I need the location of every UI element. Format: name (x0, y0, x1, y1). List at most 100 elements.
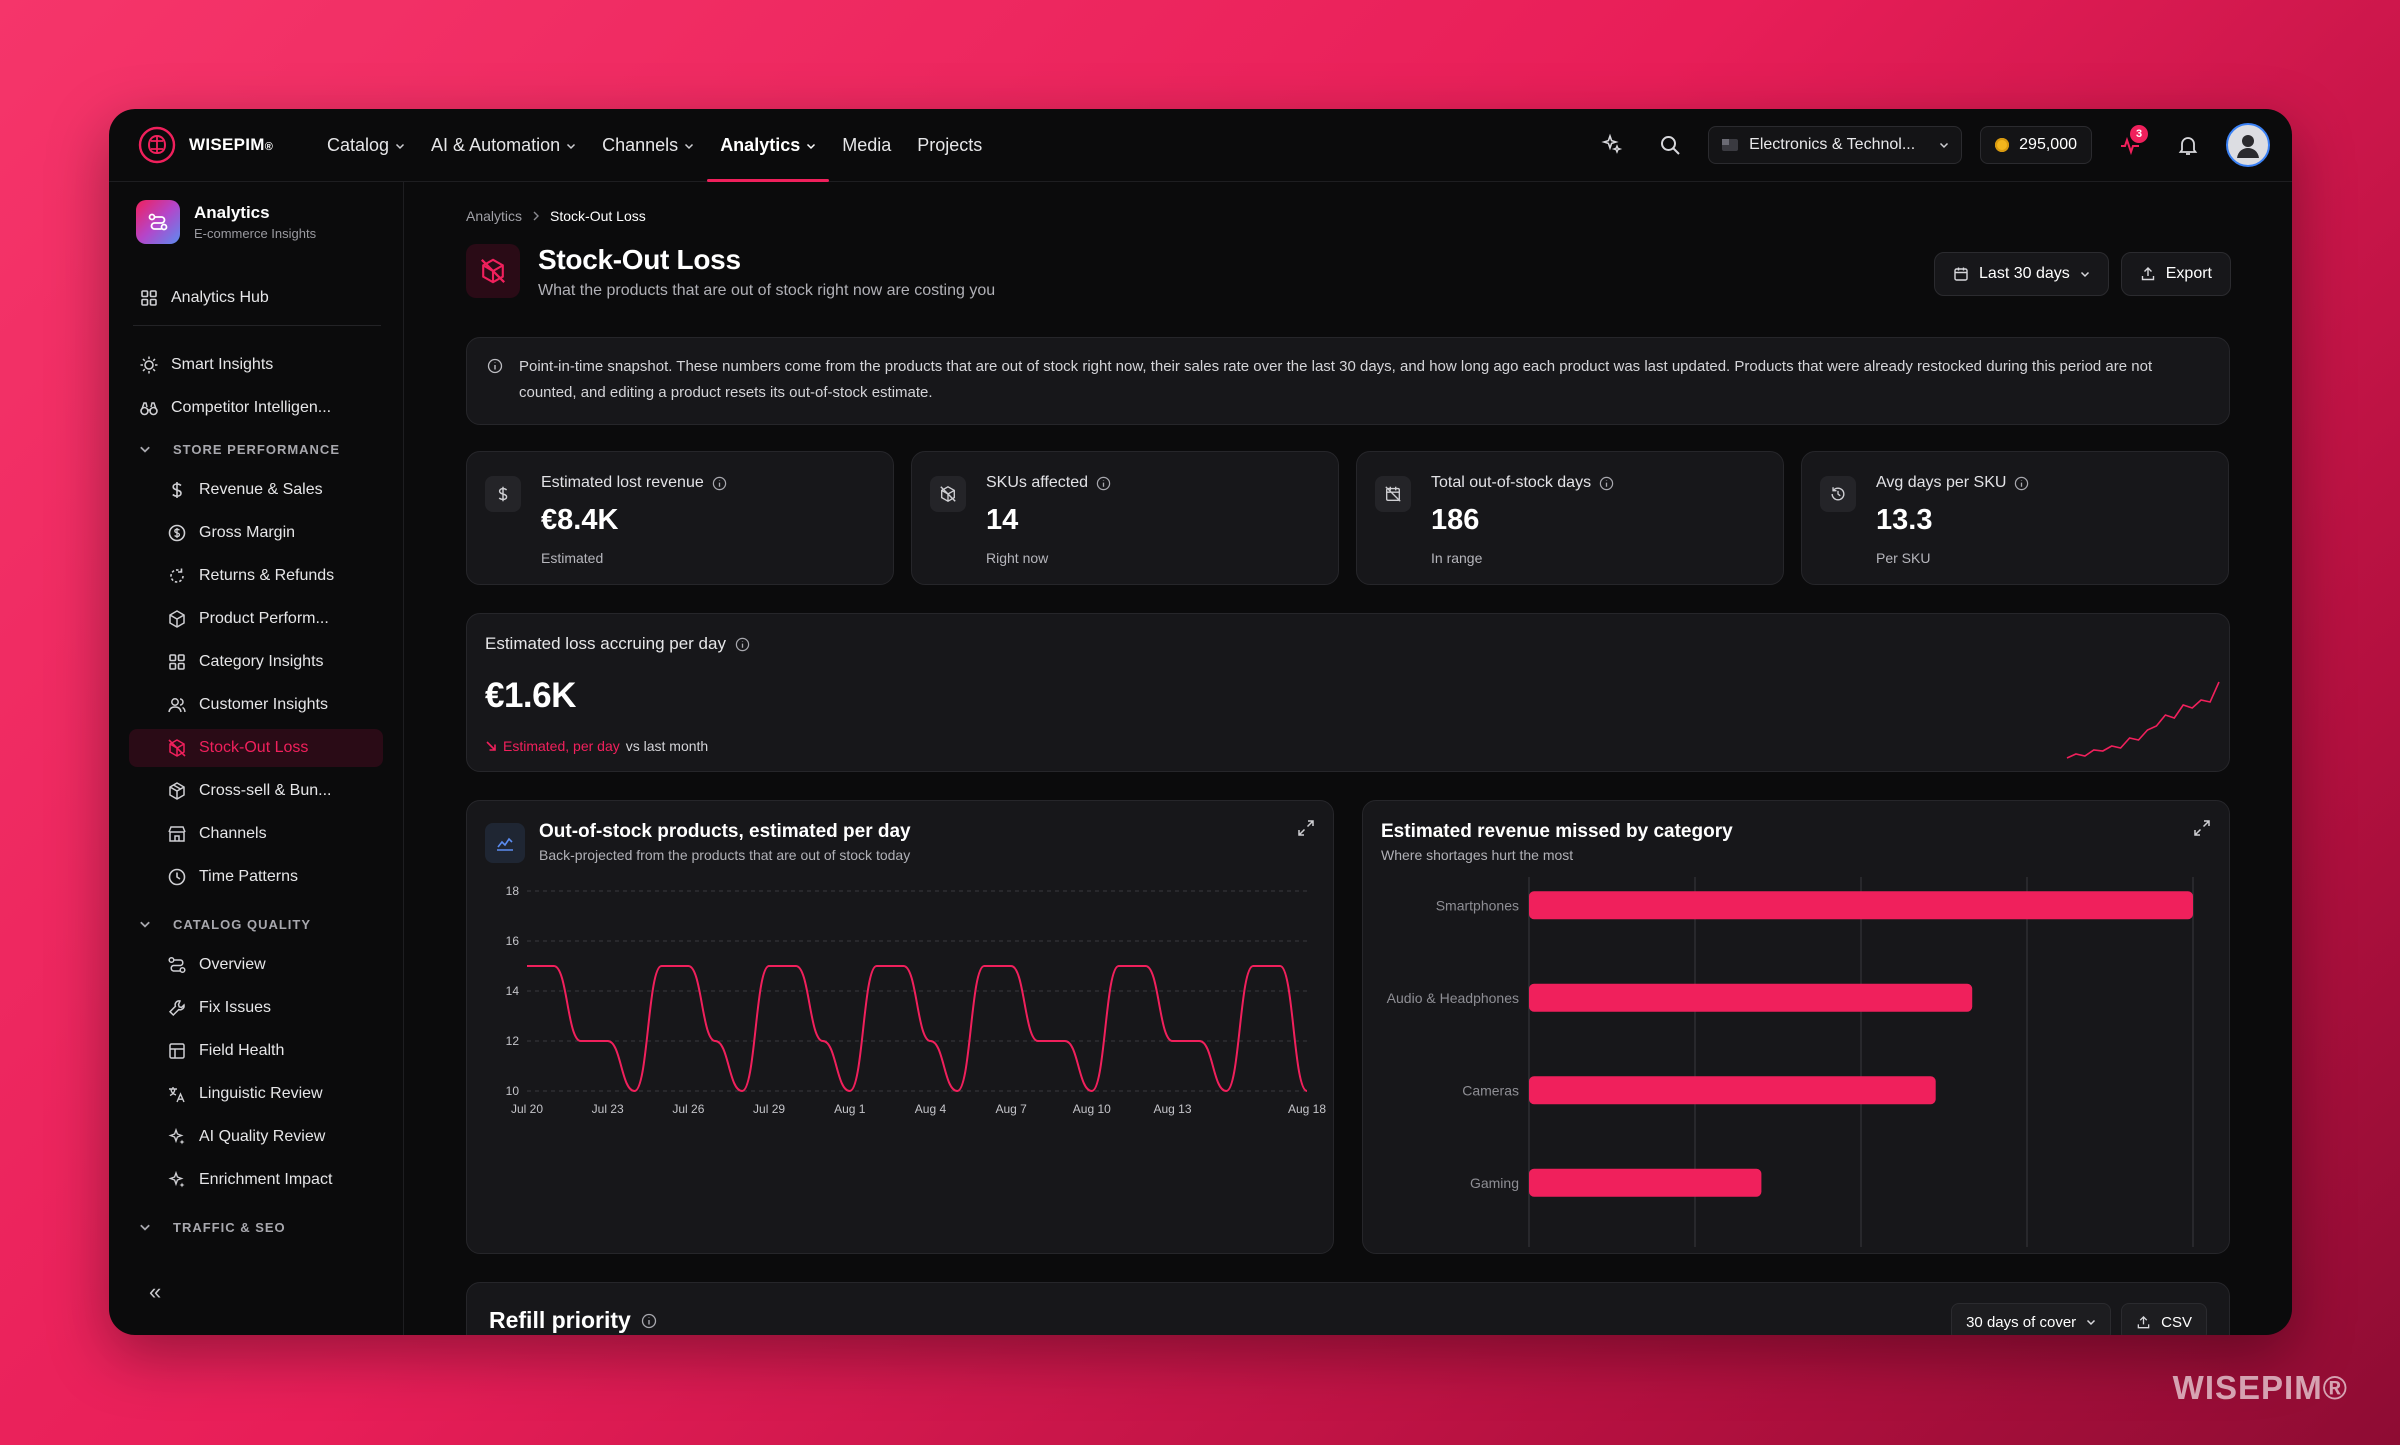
sidebar-item-cross-sell[interactable]: Cross-sell & Bun... (129, 772, 383, 810)
info-icon[interactable] (712, 476, 727, 491)
csv-label: CSV (2161, 1313, 2192, 1331)
cover-days-select[interactable]: 30 days of cover (1951, 1303, 2112, 1335)
nav-analytics[interactable]: Analytics (707, 109, 830, 182)
page-title: Stock-Out Loss (538, 244, 741, 275)
stockout-icon (168, 739, 186, 757)
sidebar-item-competitor[interactable]: Competitor Intelligen... (129, 389, 383, 427)
collapse-sidebar-button[interactable]: « (149, 1279, 161, 1305)
bar-chart-subtitle: Where shortages hurt the most (1381, 847, 1574, 863)
out-of-stock-line-chart-card: Out-of-stock products, estimated per day… (466, 800, 1334, 1254)
store-selector[interactable]: Electronics & Technol... (1708, 126, 1963, 164)
export-button[interactable]: Export (2120, 252, 2231, 296)
nav-catalog[interactable]: Catalog (314, 109, 418, 182)
sidebar-app-subtitle: E-commerce Insights (194, 226, 317, 241)
bar (1529, 983, 1973, 1012)
sidebar-app-title: Analytics (194, 203, 270, 222)
sparkles-icon (168, 1127, 185, 1145)
sidebar-item-field-health[interactable]: Field Health (129, 1032, 383, 1070)
sparkles-icon (168, 1170, 185, 1188)
user-avatar[interactable] (2226, 123, 2270, 167)
notifications-button[interactable] (2168, 125, 2208, 165)
line-chart-subtitle: Back-projected from the products that ar… (539, 847, 911, 863)
breadcrumb-analytics[interactable]: Analytics (466, 208, 522, 224)
wrench-icon (168, 1000, 185, 1017)
sidebar-item-stock-out-loss[interactable]: Stock-Out Loss (129, 729, 383, 767)
info-icon[interactable] (1096, 476, 1111, 491)
brain-logo-icon (138, 126, 176, 164)
search-button[interactable] (1650, 125, 1690, 165)
nav-media[interactable]: Media (829, 109, 904, 182)
activity-button[interactable]: 3 (2110, 125, 2150, 165)
brand-name: WISEPIM (189, 135, 265, 154)
section-store-performance[interactable]: STORE PERFORMANCE (129, 434, 383, 464)
y-tick-label: 14 (506, 984, 520, 998)
cover-days-label: 30 days of cover (1966, 1313, 2077, 1331)
nav-catalog-label: Catalog (327, 135, 390, 155)
sidebar-item-time-patterns[interactable]: Time Patterns (129, 858, 383, 896)
table-icon (169, 1043, 185, 1059)
section-label: TRAFFIC & SEO (173, 1219, 286, 1235)
nav-media-label: Media (842, 135, 892, 155)
sidebar-item-channels[interactable]: Channels (129, 815, 383, 853)
sidebar-item-ai-quality-review[interactable]: AI Quality Review (129, 1118, 383, 1156)
bar (1529, 1168, 1762, 1197)
chevron-down-icon (1940, 142, 1949, 149)
stat-note: In range (1431, 550, 1483, 566)
bar-chart-title: Estimated revenue missed by category (1381, 821, 1733, 842)
sidebar-item-gross-margin[interactable]: Gross Margin (129, 514, 383, 552)
brand-logo[interactable]: WISEPIM® (137, 125, 273, 165)
expand-icon[interactable] (1297, 819, 1315, 837)
ai-assistant-button[interactable] (1592, 125, 1632, 165)
date-range-button[interactable]: Last 30 days (1934, 252, 2109, 296)
arrow-down-right-icon (486, 741, 496, 751)
sidebar-item-fix-issues[interactable]: Fix Issues (129, 989, 383, 1027)
date-range-label: Last 30 days (1979, 265, 2070, 282)
sidebar-item-revenue-sales[interactable]: Revenue & Sales (129, 471, 383, 509)
info-icon[interactable] (2014, 476, 2029, 491)
x-tick-label: Jul 23 (592, 1102, 624, 1116)
section-traffic-seo[interactable]: TRAFFIC & SEO (129, 1212, 383, 1242)
sidebar-item-linguistic-review[interactable]: Linguistic Review (129, 1075, 383, 1113)
main-content: Analytics Stock-Out Loss Stock-Out Loss … (405, 182, 2292, 1335)
sidebar-item-label: Time Patterns (199, 868, 298, 885)
category-revenue-bar-chart: Smartphones Audio & Headphones Cameras Gami… (1387, 877, 2194, 1247)
expand-icon[interactable] (2193, 819, 2211, 837)
csv-export-button[interactable]: CSV (2121, 1303, 2207, 1335)
sidebar-item-customer-insights[interactable]: Customer Insights (129, 686, 383, 724)
sidebar-item-product-performance[interactable]: Product Perform... (129, 600, 383, 638)
info-icon[interactable] (1599, 476, 1614, 491)
sidebar-item-overview[interactable]: Overview (129, 946, 383, 984)
upload-icon (2141, 267, 2154, 281)
sidebar-item-returns-refunds[interactable]: Returns & Refunds (129, 557, 383, 595)
sidebar-item-category-insights[interactable]: Category Insights (129, 643, 383, 681)
daily-loss-label: Estimated loss accruing per day (485, 634, 726, 653)
sidebar-item-enrichment-impact[interactable]: Enrichment Impact (129, 1161, 383, 1199)
snapshot-info-text: Point-in-time snapshot. These numbers co… (519, 358, 2153, 401)
flow-icon (148, 213, 168, 231)
sidebar-item-smart-insights[interactable]: Smart Insights (129, 346, 383, 384)
sidebar-app-header[interactable]: Analytics E-commerce Insights (136, 200, 316, 244)
box-icon (169, 610, 185, 628)
sidebar-item-label: Cross-sell & Bun... (199, 782, 332, 799)
nav-projects[interactable]: Projects (904, 109, 995, 182)
sidebar-item-label: AI Quality Review (199, 1128, 326, 1145)
stat-value: €8.4K (541, 504, 619, 536)
header-actions: Last 30 days Export (1934, 252, 2231, 296)
stat-note: Per SKU (1876, 550, 1931, 566)
stat-value: 186 (1431, 504, 1480, 536)
sidebar-item-label: Smart Insights (171, 356, 274, 373)
nav-channels[interactable]: Channels (589, 109, 707, 182)
sidebar-item-analytics-hub[interactable]: Analytics Hub (129, 279, 383, 317)
info-icon[interactable] (641, 1313, 657, 1329)
credits-balance[interactable]: 295,000 (1980, 126, 2092, 164)
chevron-down-icon (140, 1224, 150, 1231)
page-header: Stock-Out Loss What the products that ar… (466, 244, 995, 300)
nav-analytics-label: Analytics (720, 135, 801, 155)
user-icon (2237, 135, 2259, 158)
section-catalog-quality[interactable]: CATALOG QUALITY (129, 909, 383, 939)
daily-loss-note: Estimated, per day vs last month (485, 738, 708, 754)
search-icon (1661, 136, 1680, 155)
info-icon[interactable] (735, 637, 750, 652)
daily-loss-value: €1.6K (485, 676, 576, 715)
nav-ai-automation[interactable]: AI & Automation (418, 109, 589, 182)
